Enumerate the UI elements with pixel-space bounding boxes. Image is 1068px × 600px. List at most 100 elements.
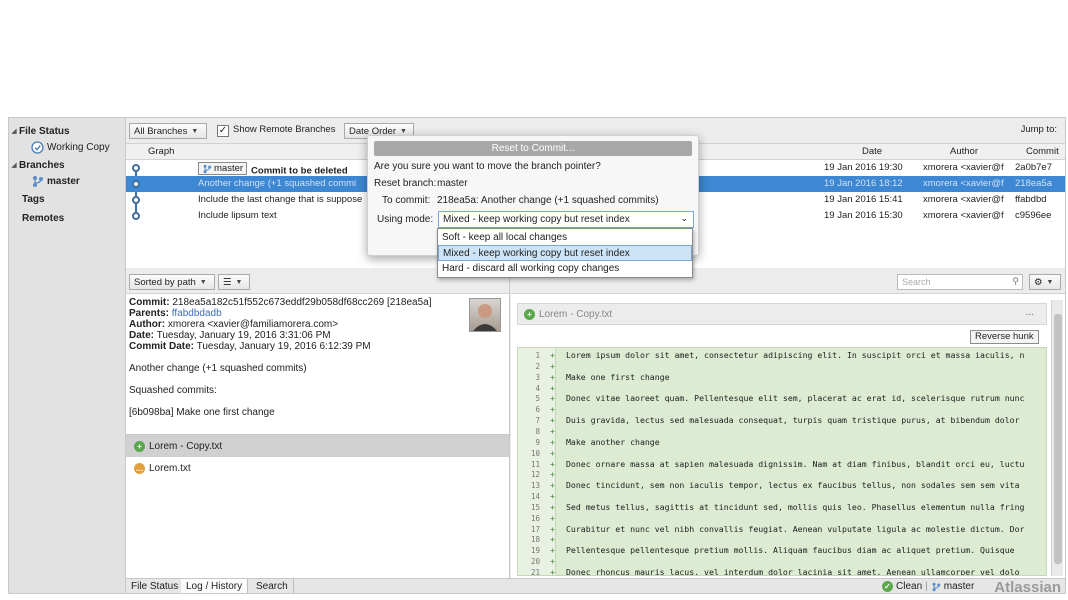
changed-files-list: + Lorem - Copy.txt … Lorem.txt xyxy=(126,434,509,580)
author-cell: xmorera <xavier@f xyxy=(923,194,1004,205)
added-marker-icon: + xyxy=(550,447,555,458)
sidebar-item-master-label: master xyxy=(47,175,80,187)
column-header-date[interactable]: Date xyxy=(862,146,882,157)
commit-details: Commit: 218ea5a182c51f552c673eddf29b058d… xyxy=(126,294,509,434)
mode-label: Using mode: xyxy=(377,214,434,225)
reset-branch-label: Reset branch: xyxy=(374,178,437,189)
sort-select[interactable]: Sorted by path ▼ xyxy=(129,274,215,290)
author-value: xmorera <xavier@familiamorera.com> xyxy=(167,319,339,330)
current-branch-label: master xyxy=(943,581,975,592)
branches-filter-select[interactable]: All Branches ▼ xyxy=(129,123,207,139)
list-icon: ☰ xyxy=(223,276,232,288)
sidebar-branches[interactable]: ◢ Branches xyxy=(9,157,65,173)
tab-search[interactable]: Search xyxy=(251,579,294,593)
column-header-author[interactable]: Author xyxy=(950,146,978,157)
commit-hash-cell: c9596ee xyxy=(1015,210,1052,221)
diff-line-text: Donec vitae laoreet quam. Pellentesque e… xyxy=(566,393,1025,404)
commit-message-line: Squashed commits: xyxy=(129,385,217,396)
line-number: 14 xyxy=(530,492,540,502)
commit-message-line: Another change (+1 squashed commits) xyxy=(129,363,307,374)
search-input[interactable]: Search ⚲ xyxy=(897,274,1023,290)
sidebar-item-working-copy[interactable]: Working Copy xyxy=(31,139,110,155)
diff-line: 17 + Curabitur et nunc vel nibh convallis … xyxy=(518,524,1046,535)
mode-dropdown-list: Soft - keep all local changes Mixed - ke… xyxy=(437,228,693,278)
tab-log-history[interactable]: Log / History xyxy=(181,579,249,593)
added-marker-icon: + xyxy=(550,469,555,480)
file-row-selected[interactable]: + Lorem - Copy.txt xyxy=(126,435,509,457)
mode-option-soft[interactable]: Soft - keep all local changes xyxy=(438,230,692,246)
diff-line-text: Duis gravida, lectus sed malesuada conse… xyxy=(566,415,1020,426)
sidebar-remotes[interactable]: Remotes xyxy=(22,210,64,226)
commit-node-icon xyxy=(132,196,140,204)
diff-line: 7 + Duis gravida, lectus sed malesuada con… xyxy=(518,415,1046,426)
to-commit-label: To commit: xyxy=(382,195,431,206)
line-number: 18 xyxy=(530,535,540,545)
diff-line-text: Donec ornare massa at sapien malesuada d… xyxy=(566,458,1025,469)
line-number: 12 xyxy=(530,470,540,480)
sidebar-branches-label: Branches xyxy=(19,159,65,171)
author-label: Author: xyxy=(129,319,166,330)
commit-description: Commit to be deleted xyxy=(251,165,348,177)
tab-file-status[interactable]: File Status xyxy=(126,579,185,593)
diff-line: 6 + xyxy=(518,404,1046,415)
diff-line: 18 + xyxy=(518,534,1046,545)
branch-icon xyxy=(932,582,940,591)
added-marker-icon: + xyxy=(550,523,555,534)
show-remote-checkbox[interactable]: ✓ xyxy=(217,125,229,137)
diff-line: 13 + Donec tincidunt, sem non iaculis temp… xyxy=(518,480,1046,491)
settings-select[interactable]: ⚙ ▼ xyxy=(1029,274,1061,290)
vertical-scrollbar[interactable] xyxy=(1051,300,1063,576)
diff-line: 12 + xyxy=(518,469,1046,480)
parents-link[interactable]: ffabdbdadb xyxy=(172,308,222,319)
date-label: Date: xyxy=(129,330,155,341)
sidebar-file-status-label: File Status xyxy=(19,125,70,137)
parents-label: Parents: xyxy=(129,308,170,319)
added-marker-icon: + xyxy=(550,556,555,567)
diff-line: 2 + xyxy=(518,361,1046,372)
column-header-commit[interactable]: Commit xyxy=(1026,146,1059,157)
working-copy-icon xyxy=(31,140,44,154)
mode-option-mixed[interactable]: Mixed - keep working copy but reset inde… xyxy=(438,245,692,261)
chevron-down-icon: ▼ xyxy=(400,127,407,135)
column-header-graph[interactable]: Graph xyxy=(148,146,174,157)
mode-select[interactable]: Mixed - keep working copy but reset inde… xyxy=(438,211,694,228)
sidebar-tags-label: Tags xyxy=(22,193,45,205)
diff-line: 19 + Pellentesque pellentesque pretium mol… xyxy=(518,545,1046,556)
status-clean-label: Clean xyxy=(896,581,923,592)
diff-line: 8 + xyxy=(518,426,1046,437)
line-number: 19 xyxy=(530,546,540,556)
file-row[interactable]: … Lorem.txt xyxy=(126,457,509,479)
branch-tag-label: master xyxy=(214,163,244,174)
file-added-icon: + xyxy=(524,308,535,320)
file-name: Lorem.txt xyxy=(149,462,191,474)
view-options-select[interactable]: ☰ ▼ xyxy=(218,274,250,290)
branch-icon xyxy=(31,175,44,188)
diff-menu-button[interactable]: ... xyxy=(1026,307,1034,318)
chevron-down-icon: ▼ xyxy=(199,278,207,286)
added-marker-icon: + xyxy=(550,360,555,371)
diff-body: 1 + Lorem ipsum dolor sit amet, consectetu… xyxy=(517,347,1047,576)
sidebar-file-status[interactable]: ◢ File Status xyxy=(9,123,70,139)
line-number: 5 xyxy=(535,394,540,404)
scrollbar-thumb[interactable] xyxy=(1054,314,1062,564)
reverse-hunk-button[interactable]: Reverse hunk xyxy=(970,330,1039,344)
diff-file-name: Lorem - Copy.txt xyxy=(539,308,613,320)
sidebar-item-master[interactable]: master xyxy=(31,173,80,189)
commit-date-value: Tuesday, January 19, 2016 6:12:39 PM xyxy=(196,341,371,352)
commit-date-label: Commit Date: xyxy=(129,341,195,352)
chevron-down-icon: ▼ xyxy=(1046,278,1054,286)
diff-line: 15 + Sed metus tellus, sagittis at tincidu… xyxy=(518,502,1046,513)
chevron-down-icon: ▼ xyxy=(191,127,199,135)
sidebar-tags[interactable]: Tags xyxy=(22,191,45,207)
line-number: 9 xyxy=(535,437,540,447)
line-number: 11 xyxy=(530,459,540,469)
show-remote-label: Show Remote Branches xyxy=(233,124,336,135)
diff-line-text: Sed metus tellus, sagittis at tincidunt … xyxy=(566,501,1025,512)
diff-line-text: Make another change xyxy=(566,436,660,447)
mode-option-hard[interactable]: Hard - discard all working copy changes xyxy=(438,261,692,277)
check-icon: ✓ xyxy=(882,581,893,592)
commit-label: Commit: xyxy=(129,297,170,308)
diff-panel: Search ⚲ ⚙ ▼ + Lorem - Copy.txt ... Reve… xyxy=(511,270,1065,580)
chevron-down-icon: ⌄ xyxy=(680,213,688,223)
date-line: Date: Tuesday, January 19, 2016 3:31:06 … xyxy=(129,330,506,341)
